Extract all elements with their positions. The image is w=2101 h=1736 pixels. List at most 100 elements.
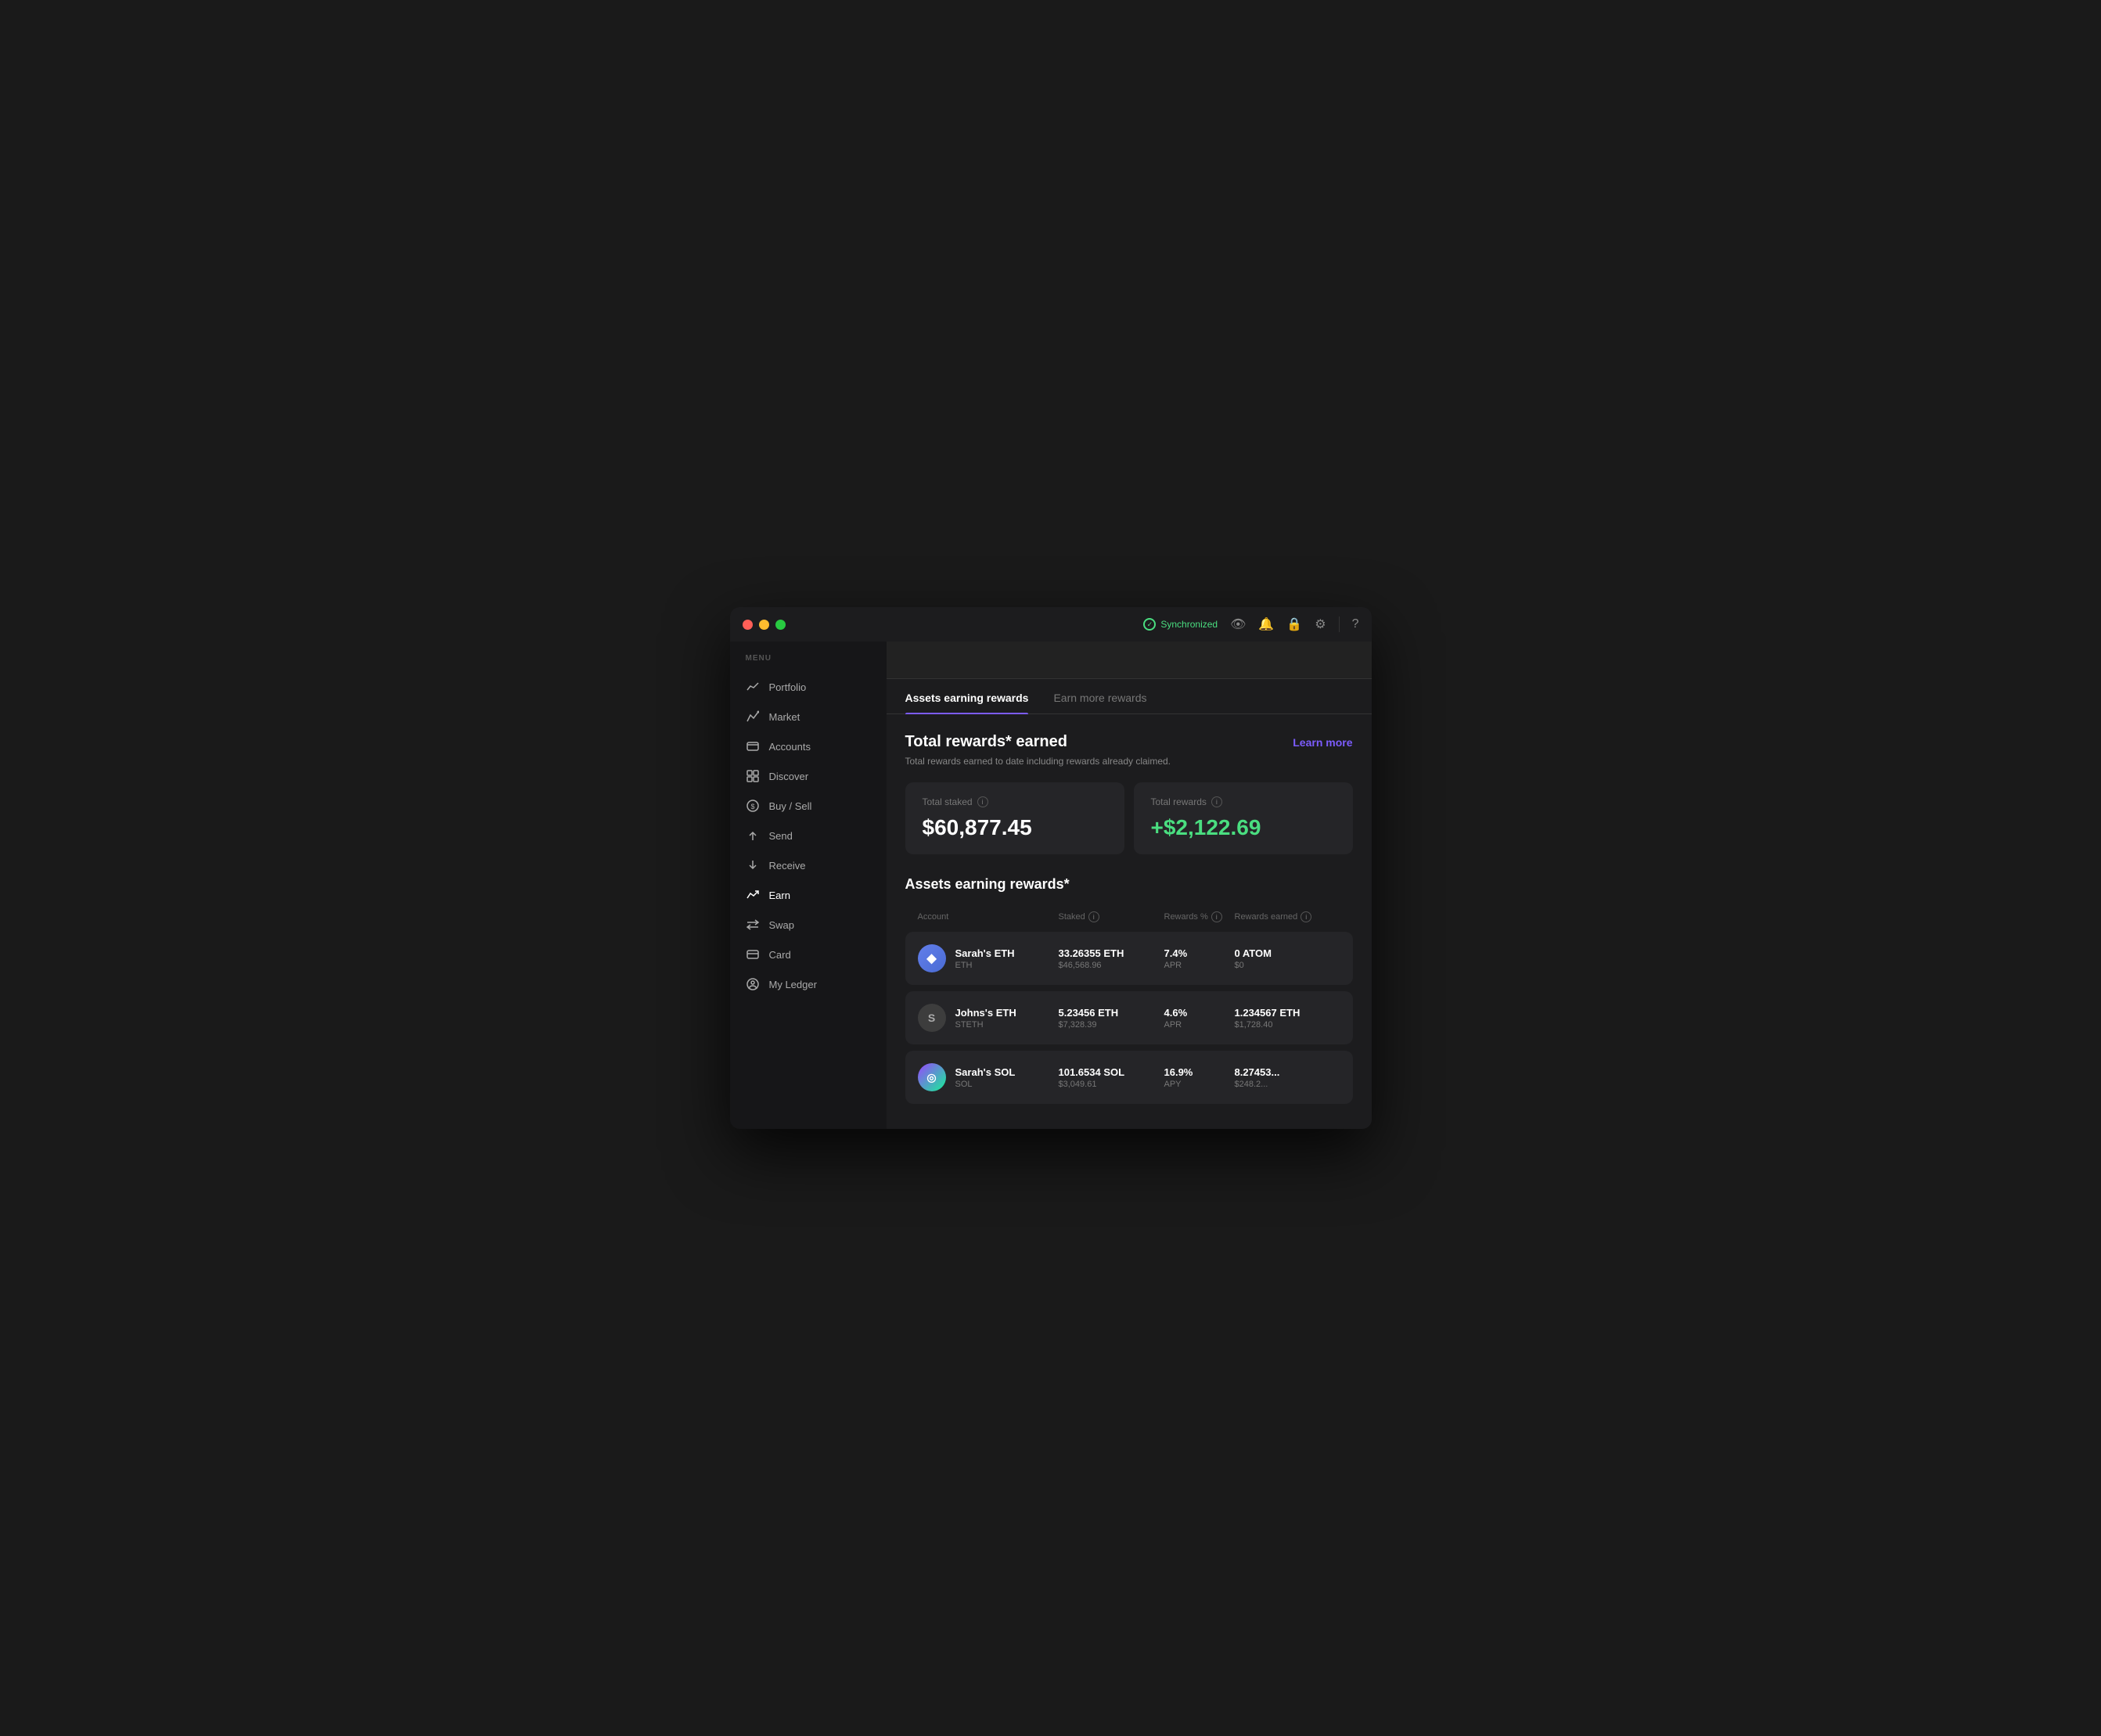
asset-name-2: Sarah's SOL bbox=[955, 1066, 1016, 1078]
asset-avatar-2: ◎ bbox=[918, 1063, 946, 1091]
sidebar: MENU Portfolio Market bbox=[730, 642, 887, 1129]
discover-icon bbox=[746, 769, 760, 783]
rewards-subtitle: Total rewards earned to date including r… bbox=[905, 756, 1171, 767]
buy-sell-icon: $ bbox=[746, 799, 760, 813]
main-content: Assets earning rewards Earn more rewards… bbox=[887, 642, 1372, 1129]
settings-icon[interactable]: ⚙ bbox=[1315, 616, 1326, 632]
eye-icon[interactable]: 👁 bbox=[1230, 616, 1246, 632]
total-staked-card: Total staked i $60,877.45 bbox=[905, 782, 1124, 854]
sidebar-item-portfolio[interactable]: Portfolio bbox=[730, 672, 887, 702]
maximize-button[interactable] bbox=[775, 620, 786, 630]
total-staked-info-icon[interactable]: i bbox=[977, 796, 988, 807]
sidebar-item-send[interactable]: Send bbox=[730, 821, 887, 850]
sidebar-item-market[interactable]: Market bbox=[730, 702, 887, 731]
sidebar-label-accounts: Accounts bbox=[769, 741, 811, 753]
col-staked: Staked i bbox=[1059, 911, 1164, 922]
asset-name-block-1: Johns's ETH STETH bbox=[955, 1007, 1016, 1030]
menu-label: MENU bbox=[730, 654, 887, 672]
col-rewards-earned: Rewards earned i bbox=[1235, 911, 1340, 922]
sidebar-item-card[interactable]: Card bbox=[730, 940, 887, 969]
asset-name-0: Sarah's ETH bbox=[955, 947, 1015, 959]
close-button[interactable] bbox=[743, 620, 753, 630]
sidebar-item-discover[interactable]: Discover bbox=[730, 761, 887, 791]
asset-name-1: Johns's ETH bbox=[955, 1007, 1016, 1019]
staked-info-icon[interactable]: i bbox=[1088, 911, 1099, 922]
tabs: Assets earning rewards Earn more rewards bbox=[887, 679, 1372, 714]
asset-ticker-0: ETH bbox=[955, 961, 1015, 970]
sidebar-item-swap[interactable]: Swap bbox=[730, 910, 887, 940]
rewards-earned-info-icon[interactable]: i bbox=[1301, 911, 1311, 922]
rewards-header: Total rewards* earned Total rewards earn… bbox=[905, 733, 1353, 767]
asset-avatar-1: S bbox=[918, 1004, 946, 1032]
asset-apr-1: 4.6% APR bbox=[1164, 1007, 1235, 1030]
sync-label: Synchronized bbox=[1160, 619, 1218, 630]
asset-apr-0: 7.4% APR bbox=[1164, 947, 1235, 970]
sync-icon: ✓ bbox=[1143, 618, 1156, 631]
rewards-pct-info-icon[interactable]: i bbox=[1211, 911, 1222, 922]
svg-text:$: $ bbox=[750, 803, 754, 810]
tab-earn-more[interactable]: Earn more rewards bbox=[1053, 679, 1146, 713]
sidebar-label-discover: Discover bbox=[769, 771, 809, 782]
sidebar-label-receive: Receive bbox=[769, 860, 806, 872]
portfolio-icon bbox=[746, 680, 760, 694]
asset-earned-1: 1.234567 ETH $1,728.40 bbox=[1235, 1007, 1340, 1030]
asset-row-2[interactable]: ◎ Sarah's SOL SOL 101.6534 SOL $3,049.61… bbox=[905, 1051, 1353, 1104]
assets-section-title: Assets earning rewards* bbox=[905, 876, 1353, 893]
receive-icon bbox=[746, 858, 760, 872]
col-account: Account bbox=[918, 911, 1059, 922]
lock-icon[interactable]: 🔒 bbox=[1286, 616, 1302, 632]
asset-earned-2: 8.27453... $248.2... bbox=[1235, 1066, 1340, 1089]
asset-row-1[interactable]: S Johns's ETH STETH 5.23456 ETH $7,328.3… bbox=[905, 991, 1353, 1044]
sidebar-label-market: Market bbox=[769, 711, 800, 723]
top-bar bbox=[887, 642, 1372, 679]
asset-info-2: ◎ Sarah's SOL SOL bbox=[918, 1063, 1059, 1091]
asset-ticker-1: STETH bbox=[955, 1020, 1016, 1030]
learn-more-link[interactable]: Learn more bbox=[1293, 736, 1352, 749]
rewards-title: Total rewards* earned bbox=[905, 733, 1171, 751]
sidebar-label-my-ledger: My Ledger bbox=[769, 979, 817, 990]
asset-info-1: S Johns's ETH STETH bbox=[918, 1004, 1059, 1032]
titlebar-actions: ✓ Synchronized 👁 🔔 🔒 ⚙ ? bbox=[1143, 616, 1358, 632]
earn-icon bbox=[746, 888, 760, 902]
sidebar-label-buy-sell: Buy / Sell bbox=[769, 800, 812, 812]
sidebar-label-card: Card bbox=[769, 949, 791, 961]
tab-assets-earning[interactable]: Assets earning rewards bbox=[905, 679, 1029, 713]
asset-ticker-2: SOL bbox=[955, 1080, 1016, 1089]
sidebar-label-portfolio: Portfolio bbox=[769, 681, 807, 693]
asset-avatar-0: ◆ bbox=[918, 944, 946, 972]
accounts-icon bbox=[746, 739, 760, 753]
sidebar-item-accounts[interactable]: Accounts bbox=[730, 731, 887, 761]
sidebar-label-earn: Earn bbox=[769, 890, 790, 901]
sidebar-item-earn[interactable]: Earn bbox=[730, 880, 887, 910]
content-area: Total rewards* earned Total rewards earn… bbox=[887, 714, 1372, 1129]
asset-apr-2: 16.9% APY bbox=[1164, 1066, 1235, 1089]
asset-staked-1: 5.23456 ETH $7,328.39 bbox=[1059, 1007, 1164, 1030]
sidebar-label-swap: Swap bbox=[769, 919, 795, 931]
stats-grid: Total staked i $60,877.45 Total rewards … bbox=[905, 782, 1353, 854]
total-rewards-label: Total rewards i bbox=[1151, 796, 1336, 807]
total-rewards-value: +$2,122.69 bbox=[1151, 815, 1336, 840]
asset-staked-0: 33.26355 ETH $46,568.96 bbox=[1059, 947, 1164, 970]
asset-name-block-0: Sarah's ETH ETH bbox=[955, 947, 1015, 970]
asset-earned-0: 0 ATOM $0 bbox=[1235, 947, 1340, 970]
divider bbox=[1339, 616, 1340, 632]
sidebar-label-send: Send bbox=[769, 830, 793, 842]
asset-name-block-2: Sarah's SOL SOL bbox=[955, 1066, 1016, 1089]
traffic-lights bbox=[743, 620, 786, 630]
asset-row-0[interactable]: ◆ Sarah's ETH ETH 33.26355 ETH $46,568.9… bbox=[905, 932, 1353, 985]
sidebar-item-buy-sell[interactable]: $ Buy / Sell bbox=[730, 791, 887, 821]
total-rewards-info-icon[interactable]: i bbox=[1211, 796, 1222, 807]
bell-icon[interactable]: 🔔 bbox=[1258, 616, 1274, 632]
asset-info-0: ◆ Sarah's ETH ETH bbox=[918, 944, 1059, 972]
sidebar-item-receive[interactable]: Receive bbox=[730, 850, 887, 880]
titlebar: ✓ Synchronized 👁 🔔 🔒 ⚙ ? bbox=[730, 607, 1372, 642]
rewards-header-left: Total rewards* earned Total rewards earn… bbox=[905, 733, 1171, 767]
market-icon bbox=[746, 710, 760, 724]
help-icon[interactable]: ? bbox=[1352, 617, 1359, 631]
asset-staked-2: 101.6534 SOL $3,049.61 bbox=[1059, 1066, 1164, 1089]
table-header: Account Staked i Rewards % i Rewards ear… bbox=[905, 905, 1353, 929]
minimize-button[interactable] bbox=[759, 620, 769, 630]
app-window: ✓ Synchronized 👁 🔔 🔒 ⚙ ? MENU Portfolio bbox=[730, 607, 1372, 1129]
sidebar-item-my-ledger[interactable]: My Ledger bbox=[730, 969, 887, 999]
my-ledger-icon bbox=[746, 977, 760, 991]
